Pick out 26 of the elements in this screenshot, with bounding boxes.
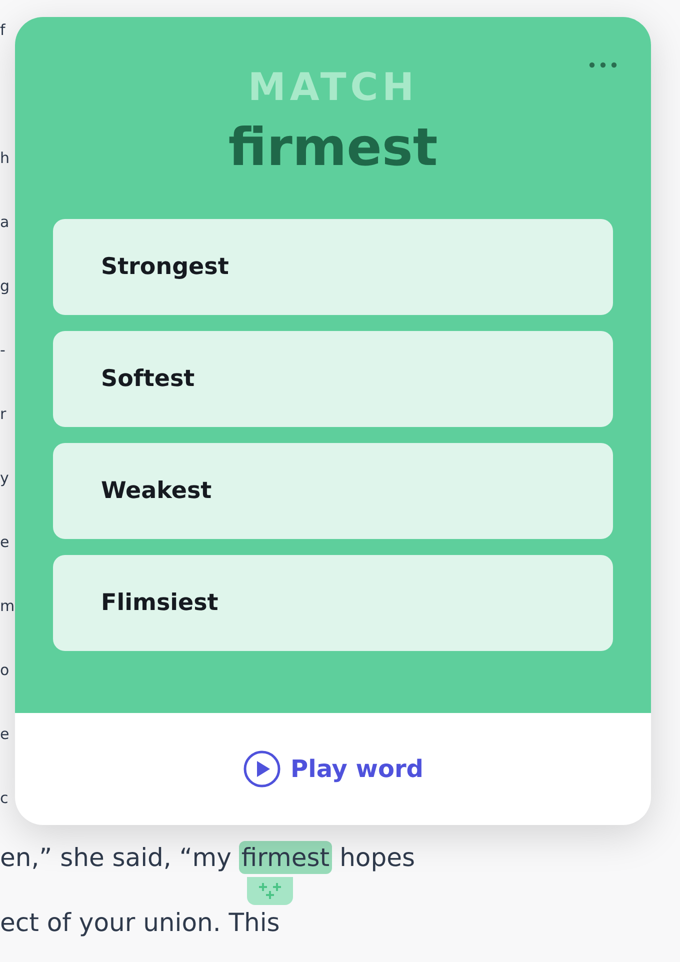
paragraph-fragment: f (0, 21, 6, 39)
answer-option[interactable]: Flimsiest (53, 555, 613, 651)
paragraph-text: hopes (340, 842, 415, 872)
paragraph-fragment: e (0, 725, 10, 743)
paragraph-fragment: c (0, 789, 8, 807)
paragraph-fragment: e (0, 533, 10, 551)
sparkle-icon[interactable] (247, 876, 294, 904)
answer-option[interactable]: Strongest (53, 219, 613, 315)
paragraph-fragment: o (0, 661, 10, 679)
quiz-word: firmest (228, 117, 438, 180)
paragraph-text: en,” she said, “my (0, 842, 232, 872)
more-icon[interactable] (589, 62, 617, 68)
answer-option[interactable]: Weakest (53, 443, 613, 539)
paragraph-fragment: h (0, 149, 10, 167)
paragraph-fragment: r (0, 405, 6, 423)
paragraph-line: ect of your union. This (0, 908, 281, 937)
quiz-type-label: MATCH (248, 65, 418, 109)
play-icon (242, 750, 281, 788)
paragraph-fragment: - (0, 341, 6, 359)
answer-option[interactable]: Softest (53, 331, 613, 427)
paragraph-fragment: y (0, 469, 9, 487)
paragraph-fragment: m (0, 597, 15, 615)
paragraph-fragment: g (0, 277, 10, 295)
highlighted-word[interactable]: firmest (239, 840, 332, 874)
paragraph-fragment: a (0, 213, 10, 231)
play-word-button[interactable]: Play word (238, 746, 428, 792)
